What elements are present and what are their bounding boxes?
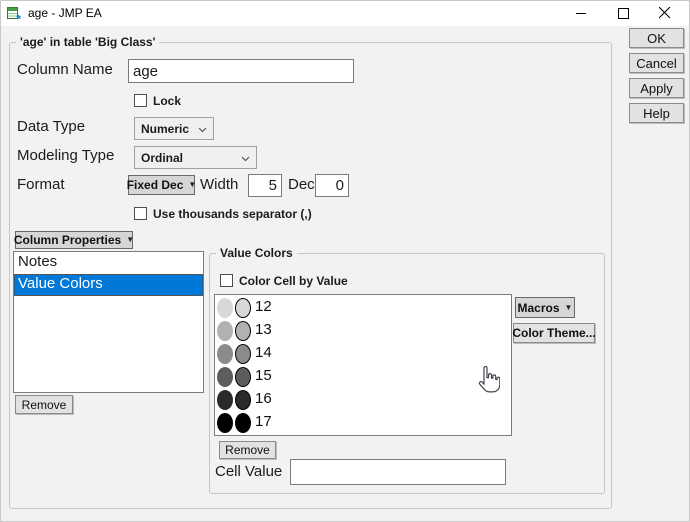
- window-title: age - JMP EA: [28, 6, 102, 20]
- value-label: 12: [255, 298, 272, 315]
- data-type-label: Data Type: [17, 118, 86, 135]
- value-label: 17: [255, 413, 272, 430]
- column-properties-label: Column Properties: [13, 233, 122, 247]
- lock-label: Lock: [153, 94, 182, 108]
- value-color-row[interactable]: 12: [215, 297, 511, 320]
- list-item-value-colors[interactable]: Value Colors: [14, 274, 203, 296]
- cell-value-label: Cell Value: [215, 463, 283, 480]
- color-swatch-oval: [217, 390, 233, 410]
- color-cell-by-value-label: Color Cell by Value: [239, 274, 348, 288]
- color-marker-oval: [235, 390, 251, 410]
- color-marker-oval: [235, 367, 251, 387]
- maximize-icon[interactable]: [603, 1, 643, 25]
- color-swatch-oval: [217, 321, 233, 341]
- value-label: 15: [255, 367, 272, 384]
- minimize-icon[interactable]: [561, 1, 601, 25]
- value-color-row[interactable]: 17: [215, 412, 511, 435]
- titlebar[interactable]: age - JMP EA: [1, 1, 689, 26]
- value-label: 13: [255, 321, 272, 338]
- data-type-select[interactable]: Numeric: [134, 117, 214, 140]
- column-info-dialog: age - JMP EA 'age' in table 'Big Class' …: [0, 0, 690, 522]
- value-colors-listbox: 12 13 14 15 16 17: [214, 294, 512, 436]
- color-marker-oval: [235, 321, 251, 341]
- color-theme-button[interactable]: Color Theme...: [512, 323, 596, 343]
- chevron-down-icon: [241, 151, 250, 165]
- color-swatch-oval: [217, 367, 233, 387]
- thousands-separator-checkbox[interactable]: [134, 207, 147, 220]
- modeling-type-value: Ordinal: [141, 150, 184, 165]
- close-icon[interactable]: [645, 1, 685, 25]
- macros-label: Macros: [517, 300, 560, 315]
- lock-checkbox[interactable]: [134, 94, 147, 107]
- column-name-input[interactable]: [128, 59, 354, 83]
- data-type-value: Numeric: [141, 121, 190, 136]
- column-properties-dropdown[interactable]: Column Properties ▼: [13, 231, 135, 249]
- value-label: 16: [255, 390, 272, 407]
- list-item-notes[interactable]: Notes: [14, 252, 203, 274]
- width-input[interactable]: [248, 174, 282, 197]
- help-button[interactable]: Help: [629, 103, 684, 123]
- properties-listbox: Notes Value Colors: [13, 251, 204, 393]
- format-value: Fixed Dec: [126, 178, 184, 192]
- value-color-row[interactable]: 13: [215, 320, 511, 343]
- macros-dropdown[interactable]: Macros ▼: [515, 297, 575, 318]
- column-name-label: Column Name: [17, 61, 113, 78]
- color-marker-oval: [235, 298, 251, 318]
- color-swatch-oval: [217, 344, 233, 364]
- value-color-row[interactable]: 15: [215, 366, 511, 389]
- jmp-column-icon: [7, 6, 22, 21]
- dec-input[interactable]: [315, 174, 349, 197]
- dropdown-arrow-icon: ▼: [188, 180, 197, 189]
- format-label: Format: [17, 176, 65, 193]
- thousands-separator-label: Use thousands separator (,): [153, 207, 312, 221]
- dropdown-arrow-icon: ▼: [564, 302, 573, 312]
- color-swatch-oval: [217, 413, 233, 433]
- cancel-button[interactable]: Cancel: [629, 53, 684, 73]
- color-swatch-oval: [217, 298, 233, 318]
- value-colors-group-box: Value Colors Color Cell by Value 12 13 1…: [209, 246, 605, 494]
- modeling-type-label: Modeling Type: [17, 147, 115, 164]
- value-color-row[interactable]: 16: [215, 389, 511, 412]
- modeling-type-select[interactable]: Ordinal: [134, 146, 257, 169]
- dropdown-arrow-icon: ▼: [126, 235, 135, 244]
- color-cell-by-value-checkbox[interactable]: [220, 274, 233, 287]
- color-marker-oval: [235, 413, 251, 433]
- column-group-title: 'age' in table 'Big Class': [16, 35, 160, 50]
- color-marker-oval: [235, 344, 251, 364]
- dec-label: Dec: [288, 176, 315, 193]
- chevron-down-icon: [198, 122, 207, 136]
- format-dropdown[interactable]: Fixed Dec ▼: [126, 175, 197, 195]
- width-label: Width: [200, 176, 239, 193]
- ok-button[interactable]: OK: [629, 28, 684, 48]
- remove-value-color-button[interactable]: Remove: [219, 441, 276, 459]
- value-color-row[interactable]: 14: [215, 343, 511, 366]
- value-label: 14: [255, 344, 272, 361]
- apply-button[interactable]: Apply: [629, 78, 684, 98]
- remove-property-button[interactable]: Remove: [15, 395, 73, 414]
- cell-value-input[interactable]: [290, 459, 506, 485]
- dialog-body: 'age' in table 'Big Class' Column Name L…: [1, 26, 689, 521]
- value-colors-group-title: Value Colors: [216, 246, 297, 261]
